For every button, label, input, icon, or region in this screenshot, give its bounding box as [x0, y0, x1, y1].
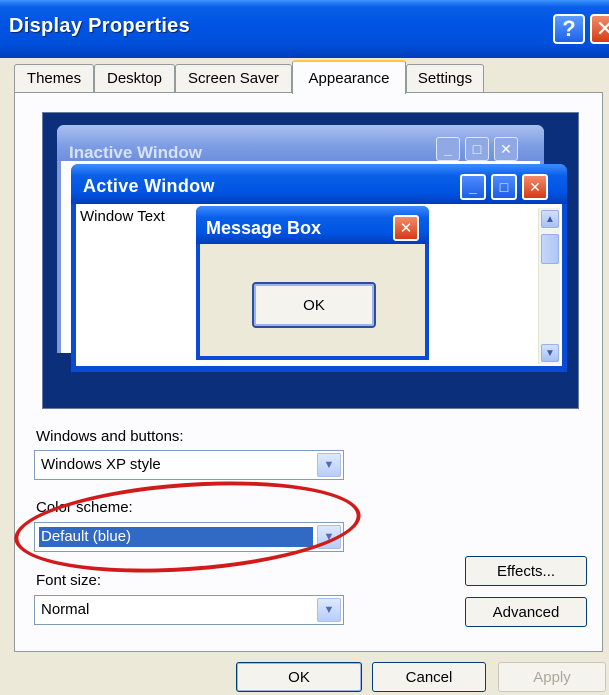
inactive-window-titlebar: Inactive Window _ □ ✕ [57, 125, 544, 162]
windows-buttons-select[interactable]: Windows XP style ▼ [34, 450, 344, 480]
active-window-titlebar: Active Window _ □ ✕ [71, 164, 567, 204]
inactive-window-title: Inactive Window [69, 143, 203, 162]
preview-scrollbar: ▲ ▼ [538, 208, 560, 364]
font-size-select[interactable]: Normal ▼ [34, 595, 344, 625]
inactive-maximize-icon: □ [465, 137, 489, 161]
close-button[interactable]: ✕ [590, 14, 609, 44]
tab-appearance[interactable]: Appearance [292, 60, 406, 94]
scroll-down-icon: ▼ [541, 344, 559, 362]
apply-button[interactable]: Apply [498, 662, 606, 692]
active-close-icon: ✕ [522, 174, 548, 200]
chevron-down-icon[interactable]: ▼ [317, 453, 341, 477]
inactive-close-icon: ✕ [494, 137, 518, 161]
windows-buttons-value: Windows XP style [41, 456, 161, 473]
message-box-close-icon: ✕ [393, 215, 419, 241]
message-box-body: OK [200, 244, 425, 356]
window-text-sample: Window Text [80, 208, 165, 225]
scroll-up-icon: ▲ [541, 210, 559, 228]
scroll-thumb [541, 234, 559, 264]
chevron-down-icon[interactable]: ▼ [317, 525, 341, 549]
preview-message-box: Message Box ✕ OK [196, 206, 429, 360]
advanced-button[interactable]: Advanced [465, 597, 587, 627]
color-scheme-value: Default (blue) [39, 527, 313, 547]
message-box-titlebar: Message Box ✕ [196, 206, 429, 244]
message-box-title: Message Box [206, 218, 322, 238]
active-minimize-icon: _ [460, 174, 486, 200]
tab-desktop[interactable]: Desktop [94, 64, 175, 92]
cancel-button[interactable]: Cancel [372, 662, 486, 692]
window-titlebar[interactable]: Display Properties ? ✕ [0, 0, 609, 58]
help-button[interactable]: ? [553, 14, 585, 44]
message-box-ok-button: OK [252, 282, 376, 328]
color-scheme-select[interactable]: Default (blue) ▼ [34, 522, 344, 552]
color-scheme-label: Color scheme: [36, 499, 133, 516]
close-icon: ✕ [595, 16, 609, 41]
tab-screen-saver[interactable]: Screen Saver [175, 64, 292, 92]
chevron-down-icon[interactable]: ▼ [317, 598, 341, 622]
help-icon: ? [562, 16, 576, 41]
window-title: Display Properties [9, 15, 191, 37]
font-size-label: Font size: [36, 572, 102, 589]
tab-themes[interactable]: Themes [14, 64, 94, 92]
active-window-title: Active Window [83, 176, 215, 196]
tab-settings[interactable]: Settings [406, 64, 484, 92]
effects-button[interactable]: Effects... [465, 556, 587, 586]
ok-button[interactable]: OK [236, 662, 362, 692]
active-maximize-icon: □ [491, 174, 517, 200]
windows-buttons-label: Windows and buttons: [36, 428, 184, 445]
font-size-value: Normal [41, 601, 90, 618]
inactive-minimize-icon: _ [436, 137, 460, 161]
